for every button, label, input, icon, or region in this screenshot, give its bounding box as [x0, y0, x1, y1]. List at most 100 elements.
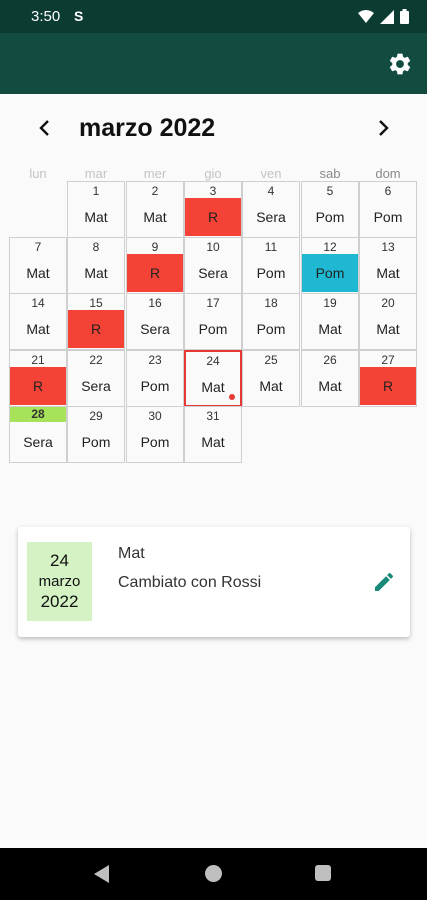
- day-cell-17[interactable]: 17 Pom: [184, 293, 242, 350]
- day-cell-18[interactable]: 18 Pom: [242, 293, 300, 350]
- shift-label: Pom: [256, 265, 286, 281]
- shift-label: Mat: [84, 209, 108, 225]
- day-cell-13[interactable]: 13 Mat: [359, 237, 417, 294]
- day-cell-9[interactable]: 9R: [126, 237, 184, 294]
- shift-label: Pom: [140, 434, 170, 450]
- shift-label: Sera: [81, 378, 111, 394]
- shift-label: Pom: [81, 434, 111, 450]
- day-cell-5[interactable]: 5 Pom: [301, 181, 359, 238]
- system-nav-bar: [0, 848, 427, 900]
- shift-label: Sera: [140, 321, 170, 337]
- day-cell-11[interactable]: 11 Pom: [242, 237, 300, 294]
- shift-label: Mat: [201, 434, 225, 450]
- day-cell-14[interactable]: 14 Mat: [9, 293, 67, 350]
- calendar-grid: 1 Mat 2 Mat 3 R 4 Sera 5 Pom 6 Pom 7 Mat 8 Mat 9 R 10 Sera 1…: [0, 0, 427, 470]
- day-cell-30[interactable]: 30 Pom: [126, 406, 184, 463]
- shift-label: Mat: [201, 379, 225, 395]
- home-icon[interactable]: [205, 865, 222, 882]
- day-cell-6[interactable]: 6 Pom: [359, 181, 417, 238]
- shift-label: Mat: [318, 378, 342, 394]
- day-number: 24: [206, 354, 220, 368]
- shift-label: Sera: [23, 434, 53, 450]
- day-number: 31: [206, 409, 220, 423]
- day-cell-21[interactable]: 21 R: [9, 350, 67, 407]
- detail-shift: Mat: [118, 545, 145, 562]
- day-number: 8: [92, 240, 100, 254]
- day-number: 27: [381, 353, 395, 367]
- date-month: marzo: [38, 573, 81, 590]
- shift-label: Mat: [318, 321, 342, 337]
- back-icon[interactable]: [94, 865, 110, 883]
- day-cell-4[interactable]: 4 Sera: [242, 181, 300, 238]
- day-cell-2[interactable]: 2 Mat: [126, 181, 184, 238]
- day-number: 10: [206, 240, 220, 254]
- day-number: 15: [89, 296, 103, 310]
- day-number: 6: [384, 184, 392, 198]
- shift-detail-card[interactable]: 24 marzo 2022 Mat Cambiato con Rossi: [18, 527, 410, 637]
- day-cell-1[interactable]: 1 Mat: [67, 181, 125, 238]
- date-day: 24: [50, 551, 69, 570]
- day-cell-25[interactable]: 25 Mat: [242, 350, 300, 407]
- shift-label: Pom: [315, 209, 345, 225]
- day-cell-20[interactable]: 20 Mat: [359, 293, 417, 350]
- shift-label: R: [68, 310, 124, 348]
- detail-note: Cambiato con Rossi: [118, 574, 262, 591]
- note-indicator-dot: [229, 394, 235, 400]
- day-cell-10[interactable]: 10 Sera: [184, 237, 242, 294]
- day-number: 19: [323, 296, 337, 310]
- day-number: 23: [148, 353, 162, 367]
- day-number: 16: [148, 296, 162, 310]
- date-year: 2022: [40, 592, 79, 611]
- day-cell-15[interactable]: 15 R: [67, 293, 125, 350]
- shift-label: Mat: [26, 265, 50, 281]
- shift-label: Sera: [198, 265, 228, 281]
- day-cell-26[interactable]: 26 Mat: [301, 350, 359, 407]
- day-number: 4: [267, 184, 275, 198]
- day-cell-12[interactable]: 12 Pom: [301, 237, 359, 294]
- day-number: 14: [31, 296, 45, 310]
- day-cell-29[interactable]: 29 Pom: [67, 406, 125, 463]
- day-number: 2: [151, 184, 159, 198]
- shift-label: Pom: [302, 254, 358, 292]
- shift-label: Mat: [376, 321, 400, 337]
- day-cell-19[interactable]: 19 Mat: [301, 293, 359, 350]
- day-number: 7: [34, 240, 42, 254]
- shift-label: Mat: [376, 265, 400, 281]
- pencil-icon[interactable]: [372, 570, 396, 594]
- day-cell-27[interactable]: 27 R: [359, 350, 417, 407]
- day-cell-7[interactable]: 7 Mat: [9, 237, 67, 294]
- day-number: 3: [209, 184, 217, 198]
- shift-label: Pom: [140, 378, 170, 394]
- day-cell-3[interactable]: 3R: [184, 181, 242, 238]
- day-cell-28[interactable]: 28 Sera: [9, 406, 67, 463]
- day-number: 5: [326, 184, 334, 198]
- shift-label: R: [10, 367, 66, 405]
- day-number: 18: [264, 296, 278, 310]
- day-number: 30: [148, 409, 162, 423]
- day-number: 17: [206, 296, 220, 310]
- date-badge: 24 marzo 2022: [27, 542, 92, 621]
- day-number: 11: [264, 240, 278, 254]
- shift-label: Sera: [256, 209, 286, 225]
- day-cell-8[interactable]: 8 Mat: [67, 237, 125, 294]
- shift-label: Pom: [373, 209, 403, 225]
- day-cell-23[interactable]: 23 Pom: [126, 350, 184, 407]
- shift-label: R: [360, 367, 416, 405]
- recents-icon[interactable]: [315, 865, 331, 881]
- shift-label: R: [127, 254, 183, 292]
- day-number: 13: [381, 240, 395, 254]
- day-cell-24[interactable]: 24 Mat: [184, 350, 242, 407]
- shift-label: Mat: [143, 209, 167, 225]
- day-number: 21: [31, 353, 45, 367]
- day-cell-31[interactable]: 31 Mat: [184, 406, 242, 463]
- day-number: 25: [264, 353, 278, 367]
- day-number: 9: [151, 240, 159, 254]
- day-number: 26: [323, 353, 337, 367]
- shift-label: Mat: [26, 321, 50, 337]
- day-number: 12: [323, 240, 337, 254]
- day-cell-16[interactable]: 16 Sera: [126, 293, 184, 350]
- day-number: 28: [10, 407, 66, 422]
- day-cell-22[interactable]: 22 Sera: [67, 350, 125, 407]
- day-number: 1: [92, 184, 100, 198]
- day-number: 20: [381, 296, 395, 310]
